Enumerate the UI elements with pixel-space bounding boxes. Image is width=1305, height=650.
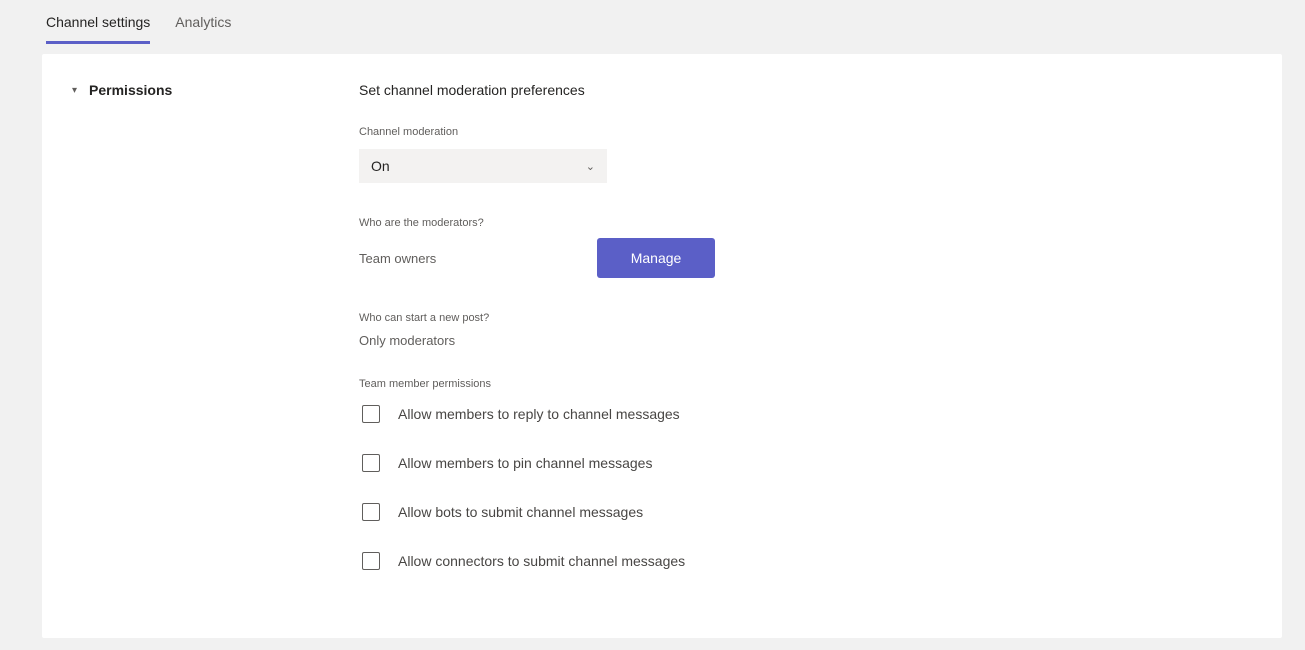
channel-moderation-value: On <box>371 158 390 174</box>
tab-bar: Channel settings Analytics <box>46 14 231 44</box>
member-permissions-label: Team member permissions <box>359 378 492 390</box>
channel-moderation-dropdown[interactable]: On ⌄ <box>359 149 607 183</box>
member-permissions-list: Allow members to reply to channel messag… <box>359 401 1059 574</box>
caret-down-icon: ▾ <box>72 84 78 96</box>
permissions-section-title: Permissions <box>89 82 173 98</box>
permission-label: Allow connectors to submit channel messa… <box>398 553 686 569</box>
tab-channel-settings[interactable]: Channel settings <box>46 14 151 44</box>
moderators-row: Team owners Manage <box>359 238 1059 278</box>
permission-bots[interactable]: Allow bots to submit channel messages <box>359 499 1059 525</box>
chevron-down-icon: ⌄ <box>585 160 595 173</box>
permission-reply[interactable]: Allow members to reply to channel messag… <box>359 401 1059 427</box>
reply-checkbox[interactable] <box>362 405 380 423</box>
moderation-settings: Set channel moderation preferences Chann… <box>359 82 1059 597</box>
permission-connectors[interactable]: Allow connectors to submit channel messa… <box>359 548 1059 574</box>
pin-checkbox[interactable] <box>362 454 380 472</box>
permission-pin[interactable]: Allow members to pin channel messages <box>359 450 1059 476</box>
moderation-title: Set channel moderation preferences <box>359 82 585 98</box>
permission-label: Allow members to pin channel messages <box>398 455 653 471</box>
new-post-value: Only moderators <box>359 333 456 348</box>
permission-label: Allow bots to submit channel messages <box>398 504 644 520</box>
channel-moderation-label: Channel moderation <box>359 126 459 138</box>
new-post-label: Who can start a new post? <box>359 312 490 324</box>
manage-button[interactable]: Manage <box>597 238 715 278</box>
permission-label: Allow members to reply to channel messag… <box>398 406 680 422</box>
connectors-checkbox[interactable] <box>362 552 380 570</box>
moderators-label: Who are the moderators? <box>359 217 484 229</box>
moderators-value: Team owners <box>359 250 437 266</box>
tab-analytics[interactable]: Analytics <box>175 14 231 44</box>
bots-checkbox[interactable] <box>362 503 380 521</box>
settings-panel: ▾ Permissions Set channel moderation pre… <box>42 54 1282 638</box>
permissions-section-toggle[interactable]: ▾ Permissions <box>72 82 172 98</box>
